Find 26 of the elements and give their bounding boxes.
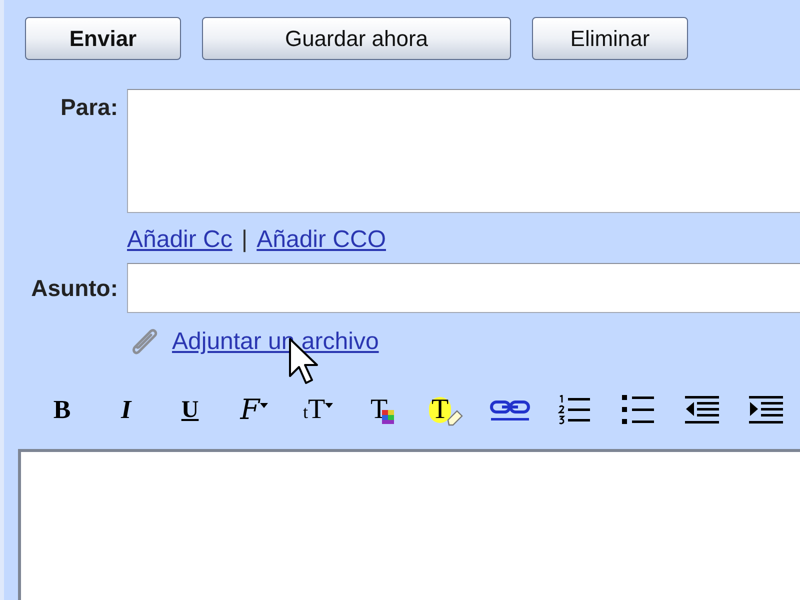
message-body-editor[interactable]: [18, 449, 800, 600]
underline-button[interactable]: U: [164, 391, 216, 429]
link-separator: |: [241, 228, 248, 252]
font-size-button[interactable]: tT: [292, 391, 344, 429]
indent-icon: [749, 396, 783, 424]
subject-label: Asunto:: [30, 274, 118, 303]
text-color-button[interactable]: T: [356, 391, 408, 429]
bold-button[interactable]: B: [36, 391, 88, 429]
numbered-list-icon: [558, 395, 590, 425]
add-cc-link[interactable]: Añadir Cc: [127, 228, 232, 252]
chain-link-icon: [490, 399, 530, 421]
send-button[interactable]: Enviar: [25, 17, 181, 60]
save-button[interactable]: Guardar ahora: [202, 17, 511, 60]
italic-button[interactable]: I: [100, 391, 152, 429]
eraser-icon: [446, 410, 463, 426]
caret-icon: [260, 402, 268, 408]
to-field[interactable]: [127, 89, 800, 213]
font-button[interactable]: F: [228, 391, 280, 429]
caret-icon: [325, 402, 334, 408]
add-bcc-link[interactable]: Añadir CCO: [256, 228, 386, 252]
subject-field[interactable]: [127, 263, 800, 313]
bulleted-list-icon: [622, 395, 654, 425]
delete-button[interactable]: Eliminar: [532, 17, 688, 60]
highlight-button[interactable]: T: [420, 391, 472, 429]
outdent-icon: [685, 396, 719, 424]
to-label: Para:: [59, 93, 118, 122]
